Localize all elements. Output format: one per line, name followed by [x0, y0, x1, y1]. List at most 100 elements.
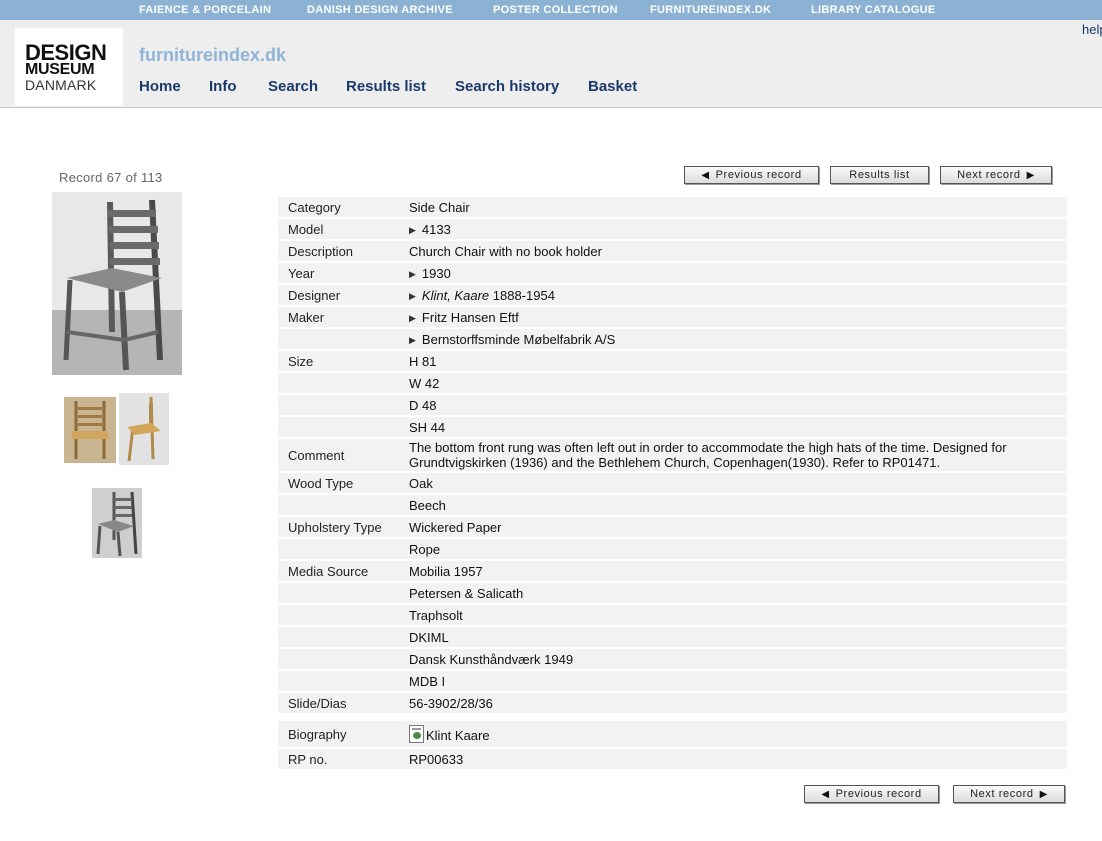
row-size-w: W 42 — [278, 373, 1067, 393]
row-model: Model ▶ 4133 — [278, 219, 1067, 239]
label-model: Model — [288, 222, 324, 237]
value-year-link[interactable]: ▶ 1930 — [409, 266, 451, 281]
chair-thumbnail-1[interactable] — [64, 397, 116, 463]
nav-search-history[interactable]: Search history — [455, 78, 559, 95]
main-chair-photo[interactable] — [52, 192, 182, 375]
nav-search[interactable]: Search — [268, 78, 318, 95]
value-category: Side Chair — [409, 200, 470, 215]
row-upholstery-type-2: Rope — [278, 539, 1067, 559]
triangle-right-icon: ▶ — [409, 269, 416, 279]
row-maker-2: ▶ Bernstorffsminde Møbelfabrik A/S — [278, 329, 1067, 349]
value-size-sh: SH 44 — [409, 420, 446, 435]
site-name: furnitureindex.dk — [139, 45, 287, 65]
label-biography: Biography — [288, 727, 347, 742]
link-poster-collection[interactable]: POSTER COLLECTION — [493, 4, 618, 16]
label-wood-type: Wood Type — [288, 476, 354, 491]
previous-record-label: Previous record — [835, 788, 922, 800]
label-year: Year — [288, 266, 315, 281]
value-size-h: H 81 — [409, 354, 437, 369]
label-upholstery-type: Upholstery Type — [288, 520, 382, 535]
label-category: Category — [288, 200, 341, 215]
value-model-link[interactable]: ▶ 4133 — [409, 222, 451, 237]
value-media-1: Mobilia 1957 — [409, 564, 483, 579]
chair-thumbnail-2[interactable] — [119, 393, 169, 465]
arrow-left-icon: ◀ — [701, 169, 710, 181]
row-biography: Biography Klint Kaare — [278, 721, 1067, 747]
row-media-source: Media Source Mobilia 1957 — [278, 561, 1067, 581]
arrow-right-icon: ▶ — [1039, 788, 1048, 800]
value-size-d: D 48 — [409, 398, 437, 413]
next-record-button-bottom[interactable]: Next record ▶ — [953, 785, 1065, 803]
row-comment: Comment The bottom front rung was often … — [278, 439, 1067, 471]
nav-home[interactable]: Home — [139, 78, 181, 95]
value-maker-1-link[interactable]: ▶ Fritz Hansen Eftf — [409, 310, 519, 325]
row-media-source-4: DKIML — [278, 627, 1067, 647]
next-record-button-top[interactable]: Next record ▶ — [940, 166, 1052, 184]
row-description: Description Church Chair with no book ho… — [278, 241, 1067, 261]
arrow-right-icon: ▶ — [1026, 169, 1035, 181]
row-year: Year ▶ 1930 — [278, 263, 1067, 283]
row-maker: Maker ▶ Fritz Hansen Eftf — [278, 307, 1067, 327]
next-record-label: Next record — [970, 788, 1034, 800]
row-upholstery-type: Upholstery Type Wickered Paper — [278, 517, 1067, 537]
label-rp-no: RP no. — [288, 752, 328, 767]
link-danish-design-archive[interactable]: DANISH DESIGN ARCHIVE — [307, 4, 453, 16]
label-maker: Maker — [288, 310, 325, 325]
value-media-6: MDB I — [409, 674, 446, 689]
value-media-5: Dansk Kunsthåndværk 1949 — [409, 652, 574, 667]
row-media-source-6: MDB I — [278, 671, 1067, 691]
results-list-button[interactable]: Results list — [830, 166, 929, 184]
nav-basket[interactable]: Basket — [588, 78, 637, 95]
value-wood-oak: Oak — [409, 476, 433, 491]
nav-info[interactable]: Info — [209, 78, 237, 95]
label-comment: Comment — [288, 448, 345, 463]
label-size: Size — [288, 354, 314, 369]
designer-dates: 1888-1954 — [492, 288, 555, 303]
site-header: help DESIGN MUSEUM DANMARK furnitureinde… — [0, 20, 1102, 108]
chair-thumb-illustration-3 — [92, 488, 142, 558]
chair-thumbnail-3[interactable] — [92, 488, 142, 558]
previous-record-button-bottom[interactable]: ◀ Previous record — [804, 785, 939, 803]
document-icon — [409, 725, 424, 743]
triangle-right-icon: ▶ — [409, 335, 416, 345]
chair-thumb-illustration-1 — [64, 397, 116, 463]
previous-record-button-top[interactable]: ◀ Previous record — [684, 166, 819, 184]
link-furnitureindex[interactable]: FURNITUREINDEX.DK — [650, 4, 771, 16]
record-counter: Record 67 of 113 — [59, 170, 163, 185]
value-description: Church Chair with no book holder — [409, 244, 602, 259]
logo-line-3: DANMARK — [25, 77, 97, 93]
value-wood-beech: Beech — [409, 498, 446, 513]
designer-name: Klint, Kaare — [421, 288, 490, 303]
row-size-d: D 48 — [278, 395, 1067, 415]
value-media-3: Traphsolt — [409, 608, 463, 623]
value-maker-2: Bernstorffsminde Møbelfabrik A/S — [421, 332, 616, 347]
label-designer: Designer — [288, 288, 341, 303]
triangle-right-icon: ▶ — [409, 291, 416, 301]
row-rp-no: RP no. RP00633 — [278, 749, 1067, 769]
value-maker-2-link[interactable]: ▶ Bernstorffsminde Møbelfabrik A/S — [409, 332, 615, 347]
results-list-label: Results list — [849, 169, 910, 181]
value-upholstery-1: Wickered Paper — [409, 520, 502, 535]
value-media-2: Petersen & Salicath — [409, 586, 524, 601]
chair-thumb-illustration-2 — [119, 393, 169, 465]
row-wood-type-2: Beech — [278, 495, 1067, 515]
triangle-right-icon: ▶ — [409, 313, 416, 323]
top-links-bar: FAIENCE & PORCELAIN DANISH DESIGN ARCHIV… — [0, 0, 1102, 20]
design-museum-logo[interactable]: DESIGN MUSEUM DANMARK — [15, 28, 123, 106]
row-slide: Slide/Dias 56-3902/28/36 — [278, 693, 1067, 713]
value-media-4: DKIML — [409, 630, 449, 645]
row-category: Category Side Chair — [278, 197, 1067, 217]
label-media-source: Media Source — [288, 564, 369, 579]
value-designer-link[interactable]: ▶ Klint, Kaare 1888-1954 — [409, 288, 555, 303]
value-year: 1930 — [421, 266, 451, 281]
value-rp-no: RP00633 — [409, 752, 464, 767]
link-library-catalogue[interactable]: LIBRARY CATALOGUE — [811, 4, 935, 16]
value-biography-link[interactable]: Klint Kaare — [409, 722, 490, 743]
previous-record-label: Previous record — [715, 169, 802, 181]
link-faience-porcelain[interactable]: FAIENCE & PORCELAIN — [139, 4, 271, 16]
value-model: 4133 — [421, 222, 451, 237]
help-link[interactable]: help — [1082, 22, 1102, 37]
nav-results-list[interactable]: Results list — [346, 78, 426, 95]
triangle-right-icon: ▶ — [409, 225, 416, 235]
row-designer: Designer ▶ Klint, Kaare 1888-1954 — [278, 285, 1067, 305]
